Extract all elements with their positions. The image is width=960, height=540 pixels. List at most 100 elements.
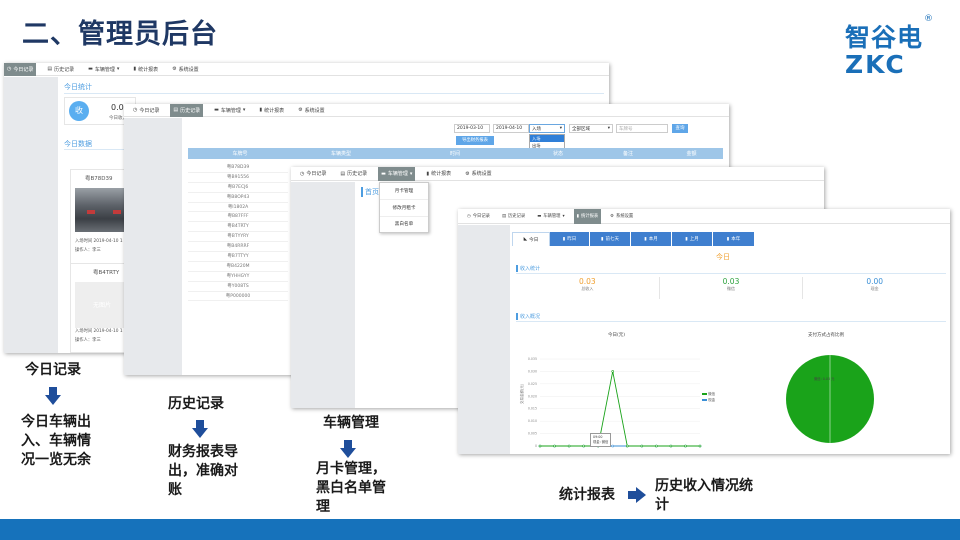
area-select[interactable]: 全部区域 ▾ (569, 124, 613, 133)
section-today-data: 今日数据 (64, 140, 92, 148)
chart-icon: ▮ (259, 107, 263, 113)
tab-this-year[interactable]: ▮ 本年 (713, 232, 754, 246)
date-to-input[interactable]: 2019-04-10 (493, 124, 529, 133)
tab-label: 上月 (689, 237, 699, 242)
card-plate: 粤B78D39 (85, 176, 113, 182)
nav-vehicle[interactable]: ▬ 车辆管理 ▾ (85, 63, 122, 76)
tab-today[interactable]: ◣ 今日 (512, 232, 550, 246)
col-header: 状态 (552, 151, 563, 157)
nav-history[interactable]: ▤ 历史记录 (44, 63, 77, 76)
nav-today[interactable]: ◷ 今日记录 (297, 167, 329, 180)
nav-label: 历史记录 (347, 171, 368, 177)
nav-label: 今日记录 (306, 171, 327, 177)
tab-last7days[interactable]: ▮ 前七天 (590, 232, 631, 246)
tab-yesterday[interactable]: ▮ 昨日 (550, 232, 590, 246)
col-header: 车牌号 (232, 151, 248, 157)
search-button[interactable]: 查询 (672, 124, 688, 133)
nav-today[interactable]: ◷ 今日记录 (130, 104, 162, 117)
table-row-plate: 粤B4TRTY (188, 222, 288, 233)
record-card[interactable]: 粤B78D39 入场时间 2019-04-10 1 操作人：李三 (70, 169, 131, 265)
nav-settings[interactable]: ⚙ 系统设置 (607, 210, 636, 223)
nav-vehicle[interactable]: ▬ 车辆管理 ▾ (211, 104, 248, 117)
line-legend: 微信 现金 (702, 391, 715, 403)
breadcrumb-home: 首页 (365, 188, 379, 196)
table-row-plate: 粤I1802A (188, 203, 288, 213)
nav-bar: ◷ 今日记录 ▤ 历史记录 ▬ 车辆管理 ▾ ▮ 统计报表 ⚙ 系统设置 (124, 104, 729, 117)
nav-label: 历史记录 (508, 214, 526, 219)
chart-icon: ▮ (644, 236, 647, 242)
sidebar (4, 77, 58, 353)
export-button[interactable]: 导出财务报表 (456, 136, 494, 145)
nav-label: 车辆管理 (220, 107, 241, 114)
label-vehicle-desc: 月卡管理，黑白名单管理 (316, 461, 386, 515)
data-point (611, 444, 615, 448)
pie-chart (786, 355, 874, 449)
card-operator: 操作人：李三 (75, 338, 101, 343)
sidebar (458, 225, 510, 454)
chart-icon: ▮ (601, 236, 604, 242)
nav-today[interactable]: ◷ 今日记录 (464, 210, 493, 223)
nav-history[interactable]: ▤ 历史记录 (499, 210, 528, 223)
card-entry-time: 入场时间 2019-04-10 1 (75, 239, 123, 244)
nav-label: 系统设置 (304, 107, 325, 114)
data-point (538, 444, 542, 448)
nav-label: 系统设置 (471, 171, 492, 177)
pie-chart-title: 支付方式占有比例 (808, 333, 844, 338)
nav-stats[interactable]: ▮ 统计报表 (130, 63, 161, 76)
dropdown-option[interactable]: 入场 (530, 135, 564, 142)
sidebar (124, 118, 182, 375)
caret-icon: ▾ (559, 126, 562, 131)
logo-registered: ® (924, 14, 933, 24)
nav-history[interactable]: ▤ 历史记录 (170, 104, 204, 117)
zkc-logo: 智谷电 ZKC ® (845, 14, 935, 77)
label-stats: 统计报表 (559, 487, 615, 503)
data-point (611, 370, 615, 373)
stat-label: 现金 (870, 286, 879, 291)
nav-vehicle[interactable]: ▬ 车辆管理 ▾ (378, 167, 416, 181)
stat-label: 微信 (727, 286, 735, 291)
nav-settings[interactable]: ⚙ 系统设置 (169, 63, 202, 76)
col-header: 车辆类型 (330, 151, 351, 157)
nav-label: 历史记录 (54, 66, 75, 73)
data-point (669, 444, 673, 448)
data-point (640, 444, 644, 448)
card-entry-time: 入场时间 2019-04-10 1 (75, 329, 123, 334)
table-row-plate: 粤B4220M (188, 262, 288, 272)
gear-icon: ⚙ (172, 66, 177, 72)
clock-icon: ◷ (300, 170, 305, 177)
stat-value: 0.00 (866, 277, 884, 286)
plate-search-input[interactable]: 车牌号 (616, 124, 668, 133)
clock-icon: ◷ (133, 107, 138, 113)
nav-label: 统计报表 (431, 171, 452, 177)
nav-settings[interactable]: ⚙ 系统设置 (462, 167, 495, 180)
nav-label: 历史记录 (180, 107, 201, 114)
stat-label: 总收入 (581, 286, 594, 291)
tab-last-month[interactable]: ▮ 上月 (672, 232, 713, 246)
nav-stats[interactable]: ▮ 统计报表 (423, 167, 454, 180)
nav-history[interactable]: ▤ 历史记录 (337, 167, 370, 180)
date-from-input[interactable]: 2019-03-10 (454, 124, 490, 133)
record-card[interactable]: 粤B4TRTY 无图片 入场时间 2019-04-10 1 操作人：李三 (70, 263, 131, 353)
card-icon: ▬ (381, 170, 386, 177)
nav-settings[interactable]: ⚙ 系统设置 (295, 104, 328, 117)
history-table-header: 车牌号 车辆类型 时间 状态 备注 金额 (188, 148, 723, 159)
menu-monthly-card[interactable]: 月卡管理 (380, 183, 428, 200)
tab-this-month[interactable]: ▮ 本月 (631, 232, 672, 246)
table-row-plate: 粤B4RRRF (188, 242, 288, 253)
pie-label: 微信: 0.03 元 (814, 377, 835, 381)
nav-stats[interactable]: ▮ 统计报表 (256, 104, 287, 117)
y-tick-label: 0 (535, 444, 537, 448)
car-tail-light (87, 210, 95, 214)
stat-wechat: 0.03 微信 (660, 277, 804, 299)
table-row-plate: 粤B8OP43 (188, 193, 288, 203)
tab-label: 昨日 (567, 237, 577, 242)
nav-stats[interactable]: ▮ 统计报表 (573, 209, 602, 224)
label-stats-desc: 历史收入情况统计 (655, 478, 753, 513)
nav-vehicle[interactable]: ▬ 车辆管理 ▾ (534, 210, 567, 223)
menu-blacklist[interactable]: 黑白名单 (380, 217, 428, 233)
menu-edit-card[interactable]: 修改月租卡 (380, 200, 428, 217)
stat-total: 0.03 总收入 (516, 277, 660, 299)
type-select[interactable]: 入场 ▾ (529, 124, 565, 133)
nav-today[interactable]: ◷ 今日记录 (4, 63, 37, 76)
slide: 二、管理员后台 智谷电 ZKC ® ◷ 今日记录 ▤ 历史记录 ▬ 车辆管理 ▾ ▮ 统计… (0, 0, 960, 540)
